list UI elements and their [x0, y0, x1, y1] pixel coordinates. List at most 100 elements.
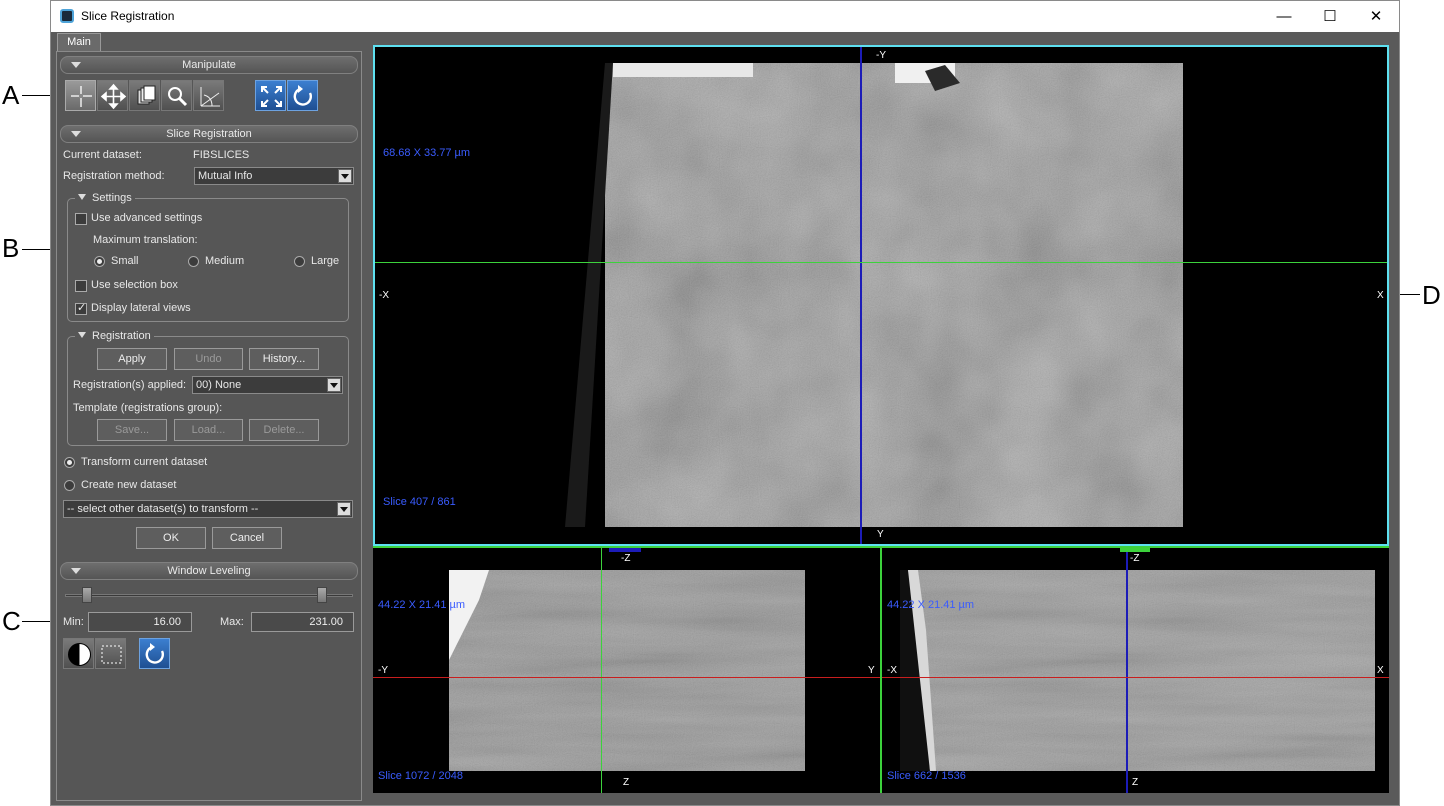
window-leveling-header[interactable]: Window Leveling: [60, 562, 358, 580]
max-slider-handle[interactable]: [317, 587, 327, 603]
radio-small[interactable]: [94, 256, 105, 267]
collapse-icon: [71, 568, 81, 574]
title-bar[interactable]: Slice Registration — ☐ ✕: [51, 1, 1399, 32]
crosshair-tool-button[interactable]: [65, 80, 96, 111]
min-input[interactable]: 16.00: [88, 612, 192, 632]
manipulate-header-label: Manipulate: [182, 59, 236, 71]
slice-registration-header[interactable]: Slice Registration: [60, 125, 358, 143]
radio-small-label: Small: [111, 255, 139, 267]
lateral-views-label: Display lateral views: [91, 302, 191, 314]
current-dataset-label: Current dataset:: [63, 149, 142, 161]
lateral-left-vertical-line[interactable]: [601, 548, 602, 793]
rotate-plane-tool-button[interactable]: [193, 80, 224, 111]
contrast-button[interactable]: [63, 638, 94, 669]
fit-view-button[interactable]: [255, 80, 286, 111]
move-icon: [100, 83, 127, 110]
main-slice-view[interactable]: 68.68 X 33.77 µm Slice 407 / 861 -Y Y -X…: [373, 45, 1389, 546]
lateral-right-vertical-line[interactable]: [1126, 548, 1128, 793]
contrast-icon: [68, 643, 91, 666]
crosshair-vertical[interactable]: [860, 47, 862, 544]
maximize-button[interactable]: ☐: [1307, 1, 1353, 32]
manipulate-header[interactable]: Manipulate: [60, 56, 358, 74]
radio-large-label: Large: [311, 255, 340, 267]
right-view-slice: Slice 662 / 1536: [887, 770, 966, 782]
advanced-settings-label: Use advanced settings: [91, 212, 203, 224]
selection-box-checkbox[interactable]: [75, 280, 87, 292]
tab-main[interactable]: Main: [57, 33, 101, 51]
history-button[interactable]: History...: [249, 348, 319, 370]
lateral-view-right[interactable]: 44.22 X 21.41 µm Slice 662 / 1536 -Z Z -…: [880, 546, 1389, 793]
registrations-applied-select[interactable]: 00) None: [192, 376, 343, 394]
crosshair-horizontal[interactable]: [375, 262, 1387, 263]
lateral-left-horizontal-line[interactable]: [373, 677, 880, 678]
main-sem-image: [565, 63, 1183, 527]
settings-group-title[interactable]: Settings: [75, 192, 135, 204]
radio-medium[interactable]: [188, 256, 199, 267]
viewer-area: 68.68 X 33.77 µm Slice 407 / 861 -Y Y -X…: [373, 45, 1389, 793]
move-tool-button[interactable]: [97, 80, 128, 111]
load-button[interactable]: Load...: [174, 419, 243, 441]
other-datasets-value: -- select other dataset(s) to transform …: [67, 503, 259, 515]
right-axis-right: X: [1377, 665, 1384, 676]
lateral-right-horizontal-line[interactable]: [882, 677, 1389, 678]
current-dataset-value: FIBSLICES: [193, 149, 250, 161]
zoom-icon: [168, 87, 188, 107]
lateral-right-marker: [1120, 548, 1150, 552]
app-icon: [60, 9, 74, 23]
level-slider-track[interactable]: [65, 594, 353, 597]
roi-select-button[interactable]: [95, 638, 126, 669]
lateral-left-marker: [609, 548, 641, 552]
callout-d: D: [1422, 280, 1441, 310]
reset-view-icon: [293, 85, 312, 106]
main-axis-bottom: Y: [877, 529, 884, 540]
reset-level-button[interactable]: [139, 638, 170, 669]
callout-c: C: [2, 606, 21, 636]
min-slider-handle[interactable]: [82, 587, 92, 603]
slice-registration-header-label: Slice Registration: [166, 128, 252, 140]
fit-view-icon: [261, 86, 282, 107]
lateral-view-left[interactable]: 44.22 X 21.41 µm Slice 1072 / 2048 -Z Z …: [373, 546, 880, 793]
copy-tool-button[interactable]: [129, 80, 160, 111]
left-axis-left: -Y: [378, 665, 388, 676]
reset-icon: [145, 643, 164, 664]
undo-button[interactable]: Undo: [174, 348, 243, 370]
window-title: Slice Registration: [81, 9, 175, 23]
callout-b: B: [2, 233, 20, 263]
registrations-applied-label: Registration(s) applied:: [73, 379, 187, 391]
other-datasets-select[interactable]: -- select other dataset(s) to transform …: [63, 500, 353, 518]
template-label: Template (registrations group):: [73, 402, 223, 414]
max-input[interactable]: 231.00: [251, 612, 354, 632]
max-translation-label: Maximum translation:: [93, 234, 198, 246]
zoom-tool-button[interactable]: [161, 80, 192, 111]
advanced-settings-checkbox[interactable]: [75, 213, 87, 225]
transform-current-label: Transform current dataset: [81, 456, 208, 468]
control-panel: Manipulate Slice Registration Current da…: [56, 51, 362, 801]
left-sem-image: [449, 570, 805, 771]
collapse-icon: [71, 131, 81, 137]
collapse-icon: [78, 194, 86, 200]
radio-large[interactable]: [294, 256, 305, 267]
registration-method-select[interactable]: Mutual Info: [194, 167, 354, 185]
ok-button[interactable]: OK: [136, 527, 206, 549]
apply-button[interactable]: Apply: [97, 348, 167, 370]
transform-current-radio[interactable]: [64, 457, 75, 468]
dropdown-arrow-icon: [327, 378, 341, 392]
close-button[interactable]: ✕: [1353, 1, 1399, 32]
right-view-size: 44.22 X 21.41 µm: [887, 599, 975, 611]
selection-box-label: Use selection box: [91, 279, 178, 291]
registration-group-title[interactable]: Registration: [75, 330, 154, 342]
create-new-radio[interactable]: [64, 480, 75, 491]
registration-title: Registration: [92, 330, 151, 342]
registrations-applied-value: 00) None: [196, 379, 242, 391]
radio-medium-label: Medium: [205, 255, 245, 267]
lateral-views-checkbox[interactable]: [75, 301, 87, 315]
delete-button[interactable]: Delete...: [249, 419, 319, 441]
callout-a: A: [2, 80, 20, 110]
minimize-button[interactable]: —: [1261, 1, 1307, 32]
reset-view-button[interactable]: [287, 80, 318, 111]
main-view-slice: Slice 407 / 861: [383, 496, 456, 508]
main-axis-top: -Y: [876, 50, 886, 61]
save-button[interactable]: Save...: [97, 419, 167, 441]
left-view-slice: Slice 1072 / 2048: [378, 770, 464, 782]
cancel-button[interactable]: Cancel: [212, 527, 282, 549]
